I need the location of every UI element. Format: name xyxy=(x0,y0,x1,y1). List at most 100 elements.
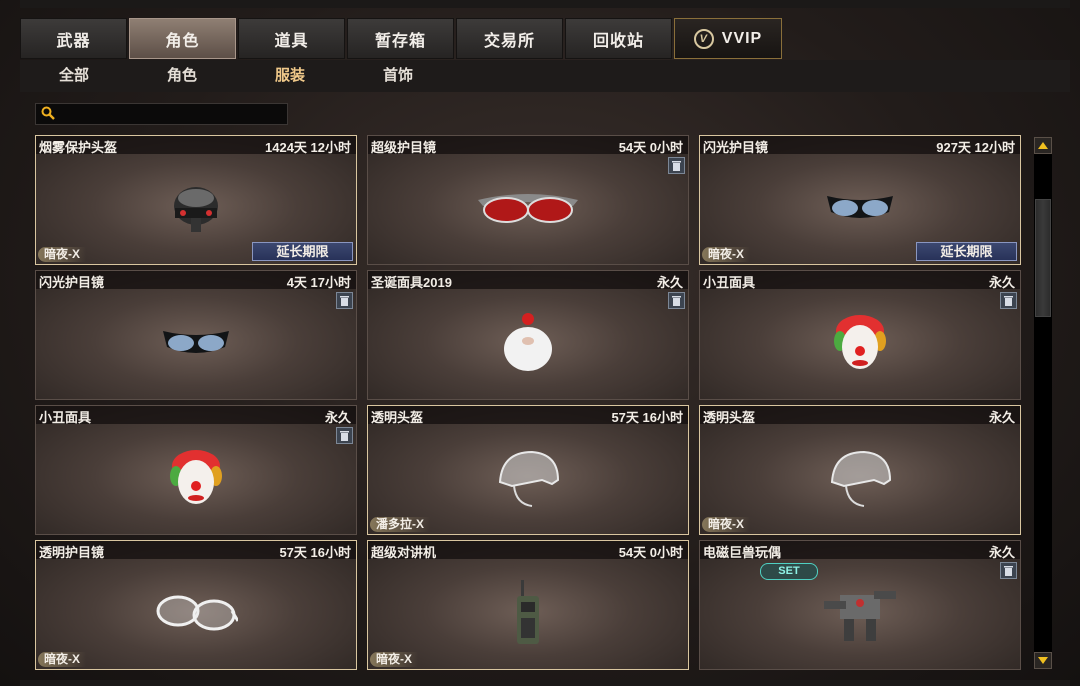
item-duration: 4天 17小时 xyxy=(286,275,351,290)
trash-icon xyxy=(1004,566,1013,576)
trash-icon xyxy=(672,161,681,171)
delete-button[interactable] xyxy=(1000,292,1017,309)
dark-goggles-icon xyxy=(827,195,893,218)
inventory-card[interactable]: 圣诞面具2019 永久 xyxy=(367,270,689,400)
search-icon xyxy=(41,106,55,120)
item-name: 烟雾保护头盔 xyxy=(39,140,118,155)
trash-icon xyxy=(340,296,349,306)
arrow-down-icon xyxy=(1038,657,1048,664)
item-duration: 永久 xyxy=(988,410,1015,425)
tab-label: 交易所 xyxy=(483,32,535,50)
clown-mask-icon xyxy=(834,314,886,369)
tab-label: 角色 xyxy=(165,32,200,50)
arrow-up-icon xyxy=(1038,142,1048,149)
item-tag: 暗夜-X xyxy=(38,247,87,262)
inventory-card[interactable]: 闪光护目镜 4天 17小时 xyxy=(35,270,357,400)
subtab-character[interactable]: 角色 xyxy=(128,60,236,92)
item-duration: 54天 0小时 xyxy=(618,140,683,155)
tab-character[interactable]: 角色 xyxy=(129,18,236,59)
item-duration: 57天 16小时 xyxy=(611,410,683,425)
inventory-card[interactable]: 小丑面具 永久 xyxy=(699,270,1021,400)
item-name: 闪光护目镜 xyxy=(703,140,769,155)
item-name: 圣诞面具2019 xyxy=(371,275,452,290)
inventory-card[interactable]: 烟雾保护头盔 1424天 12小时 暗夜-X 延长期限 xyxy=(35,135,357,265)
clear-goggles-icon xyxy=(156,595,238,631)
inventory-card[interactable]: 超级对讲机 54天 0小时 暗夜-X xyxy=(367,540,689,670)
subtab-costume[interactable]: 服装 xyxy=(236,60,344,92)
delete-button[interactable] xyxy=(668,292,685,309)
item-tag: 暗夜-X xyxy=(370,652,419,667)
item-duration: 永久 xyxy=(988,545,1015,560)
item-tag: 暗夜-X xyxy=(702,517,751,532)
item-tag: 暗夜-X xyxy=(702,247,751,262)
trash-icon xyxy=(1004,296,1013,306)
main-tabs: 武器 角色 道具 暂存箱 交易所 回收站 V VVIP xyxy=(20,18,1070,59)
item-duration: 永久 xyxy=(656,275,683,290)
item-duration: 永久 xyxy=(324,410,351,425)
item-duration: 永久 xyxy=(988,275,1015,290)
delete-button[interactable] xyxy=(336,427,353,444)
item-name: 超级护目镜 xyxy=(371,140,437,155)
inventory-card[interactable]: 透明头盔 永久 暗夜-X xyxy=(699,405,1021,535)
tab-items[interactable]: 道具 xyxy=(238,18,345,59)
item-duration: 927天 12小时 xyxy=(936,140,1015,155)
set-badge: SET xyxy=(760,563,818,580)
delete-button[interactable] xyxy=(1000,562,1017,579)
bottom-strip xyxy=(20,680,1070,686)
item-duration: 1424天 12小时 xyxy=(265,140,351,155)
item-tag: 暗夜-X xyxy=(38,652,87,667)
item-name: 小丑面具 xyxy=(39,410,92,425)
item-tag: 潘多拉-X xyxy=(370,517,431,532)
item-name: 闪光护目镜 xyxy=(39,275,105,290)
tab-label: 道具 xyxy=(274,32,309,50)
tab-exchange[interactable]: 交易所 xyxy=(456,18,563,59)
tab-vvip[interactable]: V VVIP xyxy=(674,18,782,59)
inventory-grid: 烟雾保护头盔 1424天 12小时 暗夜-X 延长期限 超级护目镜 54天 0小… xyxy=(35,135,1025,671)
inventory-card[interactable]: 超级护目镜 54天 0小时 xyxy=(367,135,689,265)
delete-button[interactable] xyxy=(336,292,353,309)
scrollbar[interactable] xyxy=(1034,137,1052,669)
inventory-card[interactable]: 透明头盔 57天 16小时 潘多拉-X xyxy=(367,405,689,535)
subtab-all[interactable]: 全部 xyxy=(20,60,128,92)
tab-label: 武器 xyxy=(56,32,91,50)
red-goggles-icon xyxy=(478,193,578,223)
trash-icon xyxy=(340,431,349,441)
trash-icon xyxy=(672,296,681,306)
inventory-card[interactable]: 小丑面具 永久 xyxy=(35,405,357,535)
tab-label: 回收站 xyxy=(592,32,644,50)
clown-mask-icon xyxy=(170,449,222,504)
sub-tabs: 全部 角色 服装 首饰 xyxy=(20,60,1070,92)
tab-storage[interactable]: 暂存箱 xyxy=(347,18,454,59)
item-name: 透明头盔 xyxy=(371,410,424,425)
item-name: 电磁巨兽玩偶 xyxy=(703,545,782,560)
dark-goggles-icon xyxy=(163,330,229,353)
clear-helmet-icon xyxy=(498,450,560,507)
scroll-down-button[interactable] xyxy=(1034,652,1052,669)
clear-helmet-icon xyxy=(830,450,892,507)
item-name: 透明护目镜 xyxy=(39,545,105,560)
helmet-icon xyxy=(174,186,218,232)
walkie-talkie-icon xyxy=(517,579,539,644)
item-name: 透明头盔 xyxy=(703,410,756,425)
vvip-badge-icon: V xyxy=(693,28,714,49)
top-strip xyxy=(20,0,1070,8)
item-name: 小丑面具 xyxy=(703,275,756,290)
extend-period-button[interactable]: 延长期限 xyxy=(252,242,353,261)
scroll-up-button[interactable] xyxy=(1034,137,1052,154)
item-duration: 57天 16小时 xyxy=(279,545,351,560)
santa-mask-icon xyxy=(504,312,552,371)
scrollbar-thumb[interactable] xyxy=(1035,199,1051,317)
tab-weapons[interactable]: 武器 xyxy=(20,18,127,59)
tab-label: VVIP xyxy=(721,29,763,47)
item-duration: 54天 0小时 xyxy=(618,545,683,560)
search-input[interactable] xyxy=(35,103,288,125)
item-name: 超级对讲机 xyxy=(371,545,437,560)
mech-toy-icon xyxy=(824,590,896,641)
inventory-card[interactable]: 电磁巨兽玩偶 永久 SET xyxy=(699,540,1021,670)
inventory-card[interactable]: 透明护目镜 57天 16小时 暗夜-X xyxy=(35,540,357,670)
delete-button[interactable] xyxy=(668,157,685,174)
subtab-accessory[interactable]: 首饰 xyxy=(344,60,452,92)
extend-period-button[interactable]: 延长期限 xyxy=(916,242,1017,261)
inventory-card[interactable]: 闪光护目镜 927天 12小时 暗夜-X 延长期限 xyxy=(699,135,1021,265)
tab-recycle-bin[interactable]: 回收站 xyxy=(565,18,672,59)
